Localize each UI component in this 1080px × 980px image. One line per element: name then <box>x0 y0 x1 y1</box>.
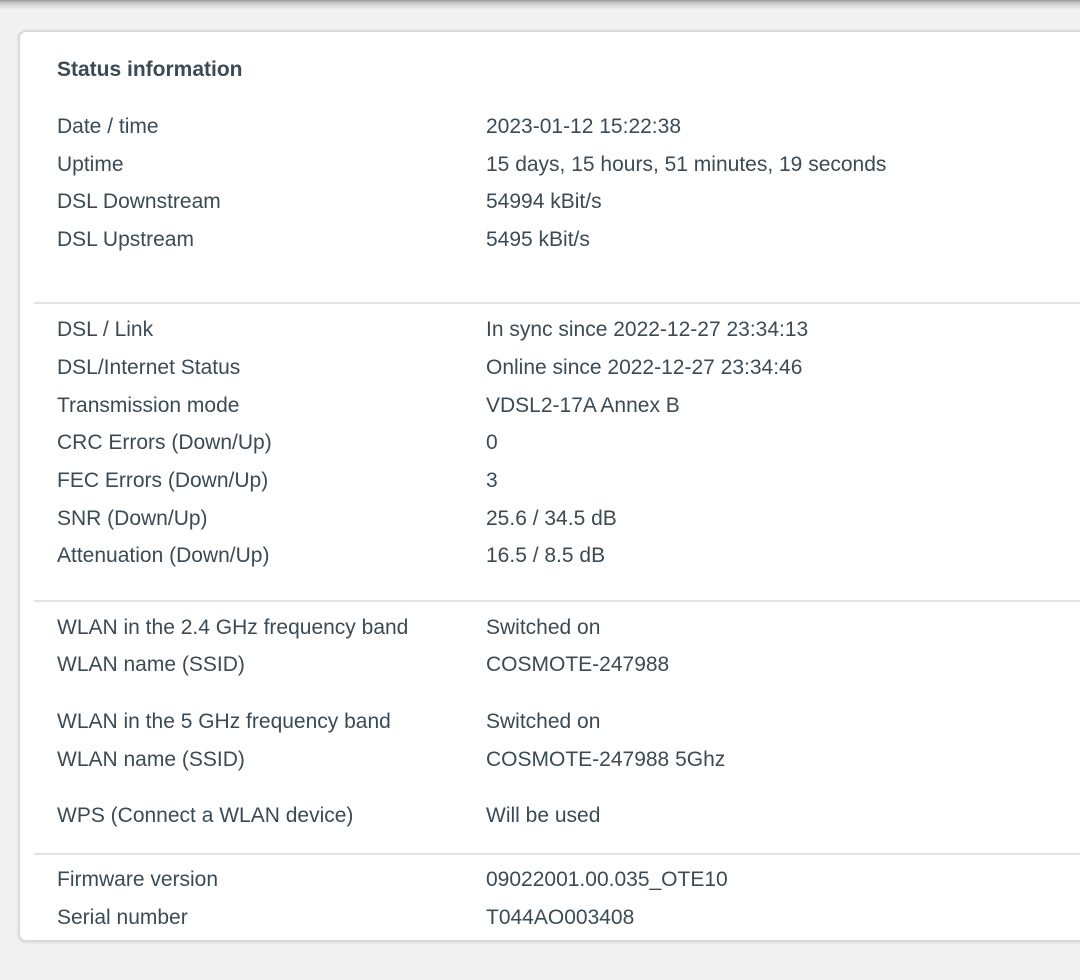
row-value: Switched on <box>486 710 601 733</box>
row-value: 15 days, 15 hours, 51 minutes, 19 second… <box>486 153 887 176</box>
status-information-panel: Status information Date / time 2023-01-1… <box>18 30 1080 942</box>
row-value: 3 <box>486 469 498 492</box>
row-label: WLAN name (SSID) <box>57 748 245 771</box>
row-label: SNR (Down/Up) <box>57 507 208 530</box>
panel-title: Status information <box>57 58 243 81</box>
row-label: WPS (Connect a WLAN device) <box>57 804 354 827</box>
row-label: WLAN in the 5 GHz frequency band <box>57 710 391 733</box>
row-label: CRC Errors (Down/Up) <box>57 431 272 454</box>
row-value: 2023-01-12 15:22:38 <box>486 115 681 138</box>
row-label: DSL / Link <box>57 318 154 341</box>
section-divider <box>34 302 1080 304</box>
row-label: Date / time <box>57 115 159 138</box>
row-value: 5495 kBit/s <box>486 228 590 251</box>
row-label: DSL Downstream <box>57 190 221 213</box>
row-label: WLAN name (SSID) <box>57 653 245 676</box>
row-value: 16.5 / 8.5 dB <box>486 544 606 567</box>
row-value: In sync since 2022-12-27 23:34:13 <box>486 318 809 341</box>
row-label: DSL Upstream <box>57 228 194 251</box>
row-value: COSMOTE-247988 <box>486 653 670 676</box>
row-label: DSL/Internet Status <box>57 356 241 379</box>
row-value: Will be used <box>486 804 601 827</box>
row-label: FEC Errors (Down/Up) <box>57 469 269 492</box>
row-label: Firmware version <box>57 868 219 891</box>
row-label: WLAN in the 2.4 GHz frequency band <box>57 616 409 639</box>
section-divider <box>34 853 1080 855</box>
row-value: 09022001.00.035_OTE10 <box>486 868 728 891</box>
row-value: VDSL2-17A Annex B <box>486 394 680 417</box>
row-label: Attenuation (Down/Up) <box>57 544 270 567</box>
row-value: Switched on <box>486 616 601 639</box>
row-label: Transmission mode <box>57 394 240 417</box>
row-value: Online since 2022-12-27 23:34:46 <box>486 356 803 379</box>
row-label: Serial number <box>57 906 188 929</box>
row-label: Uptime <box>57 153 124 176</box>
top-shadow <box>0 0 1080 10</box>
section-divider <box>34 600 1080 602</box>
row-value: 25.6 / 34.5 dB <box>486 507 617 530</box>
row-value: T044AO003408 <box>486 906 635 929</box>
row-value: COSMOTE-247988 5Ghz <box>486 748 726 771</box>
row-value: 54994 kBit/s <box>486 190 602 213</box>
row-value: 0 <box>486 431 498 454</box>
